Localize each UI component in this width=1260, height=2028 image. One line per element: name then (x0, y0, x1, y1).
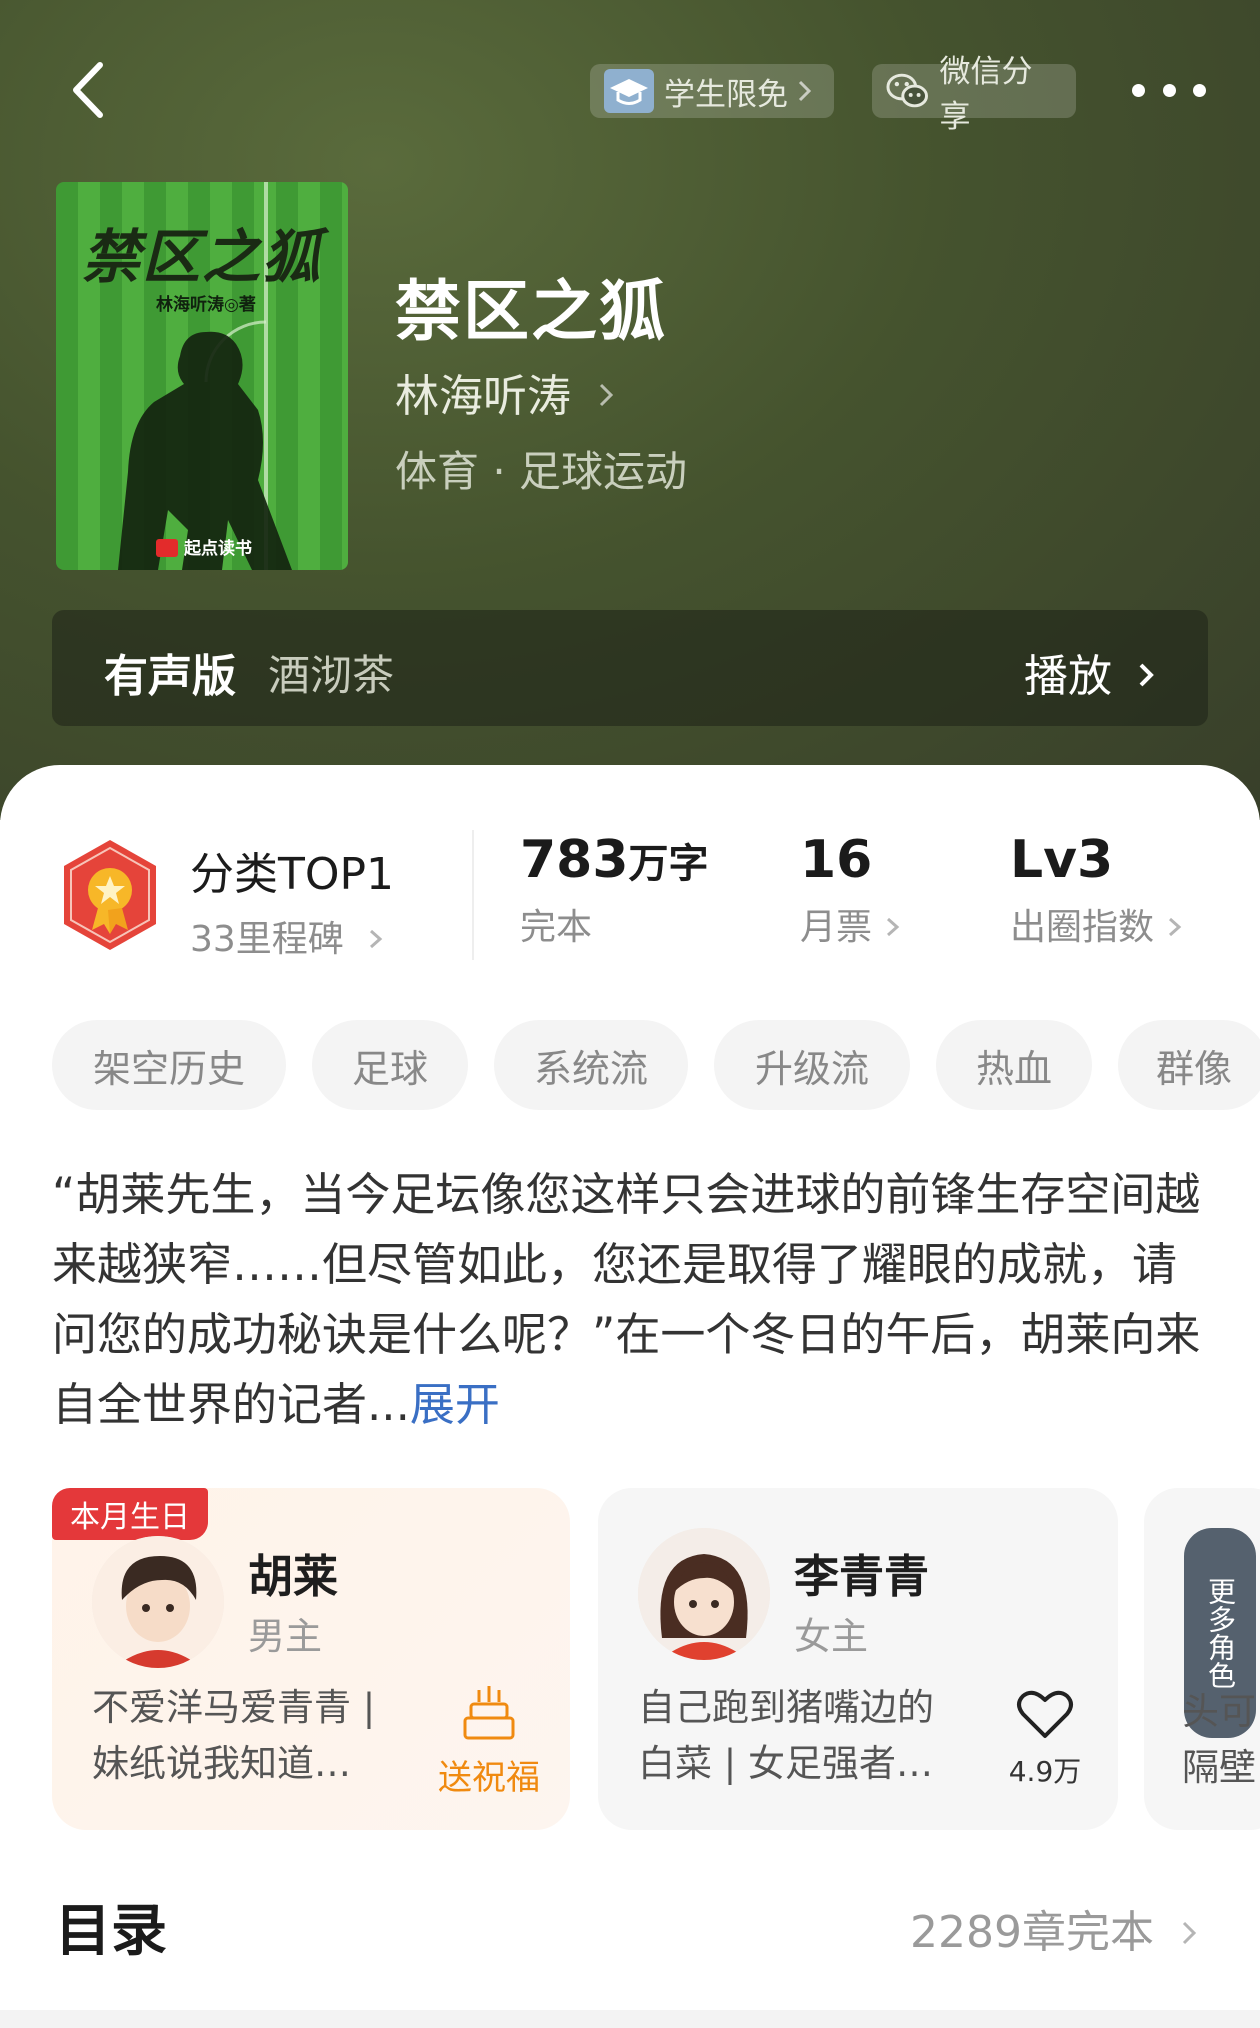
like-button[interactable]: 4.9万 (1000, 1688, 1090, 1790)
cover-publisher-logo: 起点读书 (156, 534, 252, 559)
monthly-votes-stat[interactable]: 16 月票 (800, 830, 904, 950)
more-characters-card[interactable]: 更多角色 头可 隔壁 (1144, 1488, 1260, 1830)
chevron-right-icon (1182, 1921, 1197, 1945)
character-card-hulai[interactable]: 本月生日 胡莱 男主 不爱洋马爱青青 | 妹纸说我知道… 送祝福 (52, 1488, 570, 1830)
avatar (92, 1536, 224, 1668)
tag-chip[interactable]: 热血 (936, 1020, 1092, 1110)
section-separator (0, 2010, 1260, 2028)
character-role: 男主 (248, 1615, 322, 1658)
toc-link[interactable]: 2289章完本 (910, 1896, 1202, 1960)
expand-link[interactable]: 展开 (410, 1378, 500, 1431)
more-dot-icon (1193, 83, 1206, 97)
wechat-share-label: 微信分享 (939, 54, 1033, 135)
like-count: 4.9万 (1008, 1755, 1082, 1788)
milestones-text: 33里程碑 (190, 919, 344, 960)
tag-chip[interactable]: 升级流 (714, 1020, 910, 1110)
audio-version-label: 有声版 (104, 651, 236, 702)
play-label: 播放 (1024, 651, 1112, 702)
character-desc: 自己跑到猪嘴边的白菜 | 女足强者… (638, 1686, 934, 1785)
character-name: 胡莱 (248, 1550, 339, 1603)
stats-divider (472, 830, 474, 960)
more-dot-icon (1162, 83, 1176, 97)
influence-index-stat[interactable]: Lv3 出圈指数 (1010, 830, 1186, 950)
book-genre: 体育 · 足球运动 (395, 447, 688, 496)
birthday-cake-icon (463, 1686, 515, 1740)
peek-line: 头可 (1182, 1690, 1256, 1733)
toc-status-text: 2289章完本 (910, 1907, 1154, 1958)
more-options-button[interactable] (1132, 70, 1206, 110)
tag-chip[interactable]: 足球 (312, 1020, 468, 1110)
toc-title: 目录 (55, 1899, 167, 1964)
word-count-value: 783 (520, 830, 629, 890)
tag-chip[interactable]: 架空历史 (52, 1020, 286, 1110)
wechat-share-button[interactable]: 微信分享 (872, 54, 1076, 135)
chevron-right-icon (370, 929, 383, 949)
word-count-stat: 783万字 完本 (520, 830, 709, 950)
character-name: 李青青 (794, 1550, 930, 1603)
cover-author: 林海听涛◎著 (156, 295, 256, 315)
rank-medal-icon (64, 840, 156, 950)
cover-title: 禁区之狐 (82, 223, 323, 291)
top-bar: 学生限免 微信分享 (0, 0, 1260, 180)
avatar-liqingqing-icon (638, 1528, 770, 1660)
tag-chip[interactable]: 系统流 (494, 1020, 688, 1110)
back-arrow-icon (73, 62, 103, 118)
student-free-label: 学生限免 (664, 76, 788, 113)
avatar (638, 1528, 770, 1660)
character-desc: 不爱洋马爱青青 | 妹纸说我知道… (92, 1686, 376, 1785)
cover-publisher-text: 起点读书 (184, 539, 252, 559)
peek-line: 隔壁 (1182, 1746, 1256, 1789)
book-title: 禁区之狐 (395, 272, 667, 350)
student-free-button[interactable]: 学生限免 (590, 64, 834, 118)
chevron-right-icon (599, 383, 614, 407)
audio-version-bar[interactable]: 有声版 酒沏茶 播放 (52, 610, 1208, 726)
synopsis[interactable]: “胡莱先生，当今足坛像您这样只会进球的前锋生存空间越来越狭窄……但尽管如此，您还… (52, 1160, 1212, 1440)
author-name: 林海听涛 (395, 371, 571, 422)
graduation-cap-icon (604, 69, 654, 113)
chevron-right-icon (887, 917, 900, 937)
play-button[interactable]: 播放 (1024, 640, 1160, 704)
chevron-right-icon (1139, 663, 1154, 687)
category-rank-stat[interactable]: 分类TOP1 33里程碑 (60, 838, 460, 960)
send-wishes-button[interactable]: 送祝福 (434, 1684, 544, 1799)
publisher-logo-icon (156, 539, 178, 557)
birthday-badge: 本月生日 (52, 1488, 208, 1540)
synopsis-text: “胡莱先生，当今足坛像您这样只会进球的前锋生存空间越来越狭窄……但尽管如此，您还… (52, 1168, 1201, 1431)
book-cover[interactable]: 禁区之狐 林海听涛◎著 起点读书 (56, 182, 348, 570)
send-wishes-label: 送祝福 (438, 1758, 540, 1798)
wechat-icon (886, 73, 928, 108)
more-dot-icon (1132, 83, 1145, 97)
monthly-votes-label: 月票 (800, 907, 873, 948)
influence-label: 出圈指数 (1010, 907, 1155, 948)
audio-narrator: 酒沏茶 (268, 651, 395, 700)
tag-chip[interactable]: 群像 (1118, 1020, 1260, 1110)
rank-title: 分类TOP1 (190, 849, 395, 900)
milestones-link: 33里程碑 (190, 910, 394, 962)
back-button[interactable] (60, 55, 120, 125)
character-card-liqingqing[interactable]: 李青青 女主 自己跑到猪嘴边的白菜 | 女足强者… 4.9万 (598, 1488, 1118, 1830)
heart-icon (1017, 1690, 1073, 1738)
character-role: 女主 (794, 1615, 868, 1658)
influence-level: Lv3 (1010, 830, 1114, 890)
completion-status: 完本 (520, 907, 593, 948)
avatar-hulai-icon (92, 1536, 224, 1668)
word-count-unit: 万字 (628, 841, 709, 887)
peek-character-desc: 头可 隔壁 (1182, 1684, 1256, 1796)
monthly-votes-value: 16 (800, 830, 873, 890)
book-header-background: 学生限免 微信分享 禁区之狐 林海听涛◎著 起点读书 禁区之狐 林海听涛 体育 … (0, 0, 1260, 820)
chevron-right-icon (798, 80, 812, 102)
chevron-right-icon (1169, 917, 1182, 937)
author-link[interactable]: 林海听涛 (395, 360, 619, 424)
